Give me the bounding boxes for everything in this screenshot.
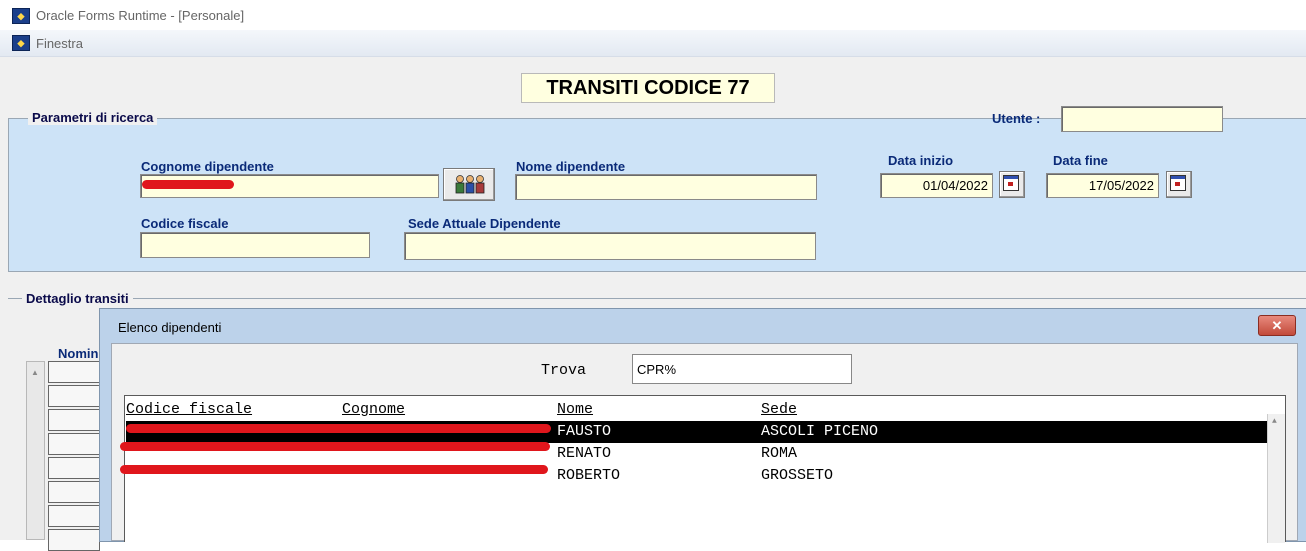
menu-finestra[interactable]: Finestra: [36, 36, 83, 51]
list-item[interactable]: RENATO ROMA: [120, 442, 1270, 465]
redaction-mark: [120, 465, 548, 474]
data-inizio-calendar-button[interactable]: [999, 171, 1025, 198]
close-button[interactable]: ✕: [1258, 315, 1296, 336]
nome-field[interactable]: [515, 174, 817, 200]
calendar-icon: [1170, 175, 1186, 191]
dialog-body: Trova Codice fiscale Cognome Nome Sede F…: [111, 343, 1298, 543]
detail-row-cell[interactable]: [48, 361, 100, 383]
people-icon: [455, 175, 485, 194]
data-fine-label: Data fine: [1053, 153, 1108, 168]
scroll-up-icon: ▲: [1272, 417, 1277, 426]
search-employees-button[interactable]: [443, 168, 495, 201]
list-item[interactable]: FAUSTO ASCOLI PICENO: [126, 421, 1270, 443]
column-header-codice-fiscale: Codice fiscale: [126, 401, 253, 418]
nome-label: Nome dipendente: [516, 159, 626, 174]
cell-nome: ROBERTO: [557, 467, 621, 484]
employee-list-dialog: Elenco dipendenti ✕ Trova Codice fiscale…: [99, 308, 1306, 543]
redaction-mark: [120, 442, 550, 451]
column-header-cognome: Cognome: [342, 401, 406, 418]
cell-sede: GROSSETO: [761, 467, 834, 484]
detail-row-cell[interactable]: [48, 457, 100, 479]
utente-label: Utente :: [992, 111, 1041, 126]
codice-fiscale-field[interactable]: [140, 232, 370, 258]
nominativo-label: Nomin: [58, 346, 99, 361]
list-scrollbar[interactable]: ▲: [1267, 414, 1285, 543]
detail-row-cell[interactable]: [48, 409, 100, 431]
cell-nome: FAUSTO: [557, 423, 612, 440]
form-title: TRANSITI CODICE 77: [521, 73, 775, 103]
document-window-icon[interactable]: ◆: [12, 35, 30, 51]
detail-frame-title: Dettaglio transiti: [22, 291, 133, 306]
cell-sede: ASCOLI PICENO: [761, 423, 879, 440]
codice-fiscale-label: Codice fiscale: [141, 216, 229, 231]
cognome-label: Cognome dipendente: [141, 159, 274, 174]
redaction-mark: [126, 424, 551, 433]
detail-row-cell[interactable]: [48, 529, 100, 551]
find-label: Trova: [541, 362, 587, 379]
redaction-mark: [142, 180, 234, 189]
calendar-icon: [1003, 175, 1019, 191]
employee-list[interactable]: Codice fiscale Cognome Nome Sede FAUSTO …: [120, 395, 1286, 543]
close-icon: ✕: [1271, 318, 1283, 333]
column-header-nome: Nome: [557, 401, 594, 418]
menu-bar: ◆ Finestra: [0, 30, 1306, 57]
cell-sede: ROMA: [761, 445, 798, 462]
list-item[interactable]: ROBERTO GROSSETO: [120, 465, 1270, 487]
find-input[interactable]: [632, 354, 852, 384]
column-header-sede: Sede: [761, 401, 798, 418]
cell-nome: RENATO: [557, 445, 612, 462]
oracle-forms-icon: ◆: [12, 8, 30, 24]
detail-row-cell[interactable]: [48, 481, 100, 503]
search-frame-title: Parametri di ricerca: [28, 110, 158, 125]
scroll-up-icon: ▲: [31, 368, 39, 377]
data-fine-field[interactable]: [1046, 173, 1159, 198]
window-title: Oracle Forms Runtime - [Personale]: [36, 8, 245, 23]
data-fine-calendar-button[interactable]: [1166, 171, 1192, 198]
sede-field[interactable]: [404, 232, 816, 260]
detail-row-cell[interactable]: [48, 385, 100, 407]
detail-scrollbar[interactable]: ▲: [26, 361, 45, 540]
detail-row-cell[interactable]: [48, 505, 100, 527]
utente-field[interactable]: [1061, 106, 1223, 132]
dialog-title: Elenco dipendenti: [118, 320, 222, 335]
data-inizio-label: Data inizio: [888, 153, 954, 168]
data-inizio-field[interactable]: [880, 173, 993, 198]
detail-row-cell[interactable]: [48, 433, 100, 455]
title-bar: ◆ Oracle Forms Runtime - [Personale]: [0, 0, 1306, 30]
sede-label: Sede Attuale Dipendente: [408, 216, 561, 231]
